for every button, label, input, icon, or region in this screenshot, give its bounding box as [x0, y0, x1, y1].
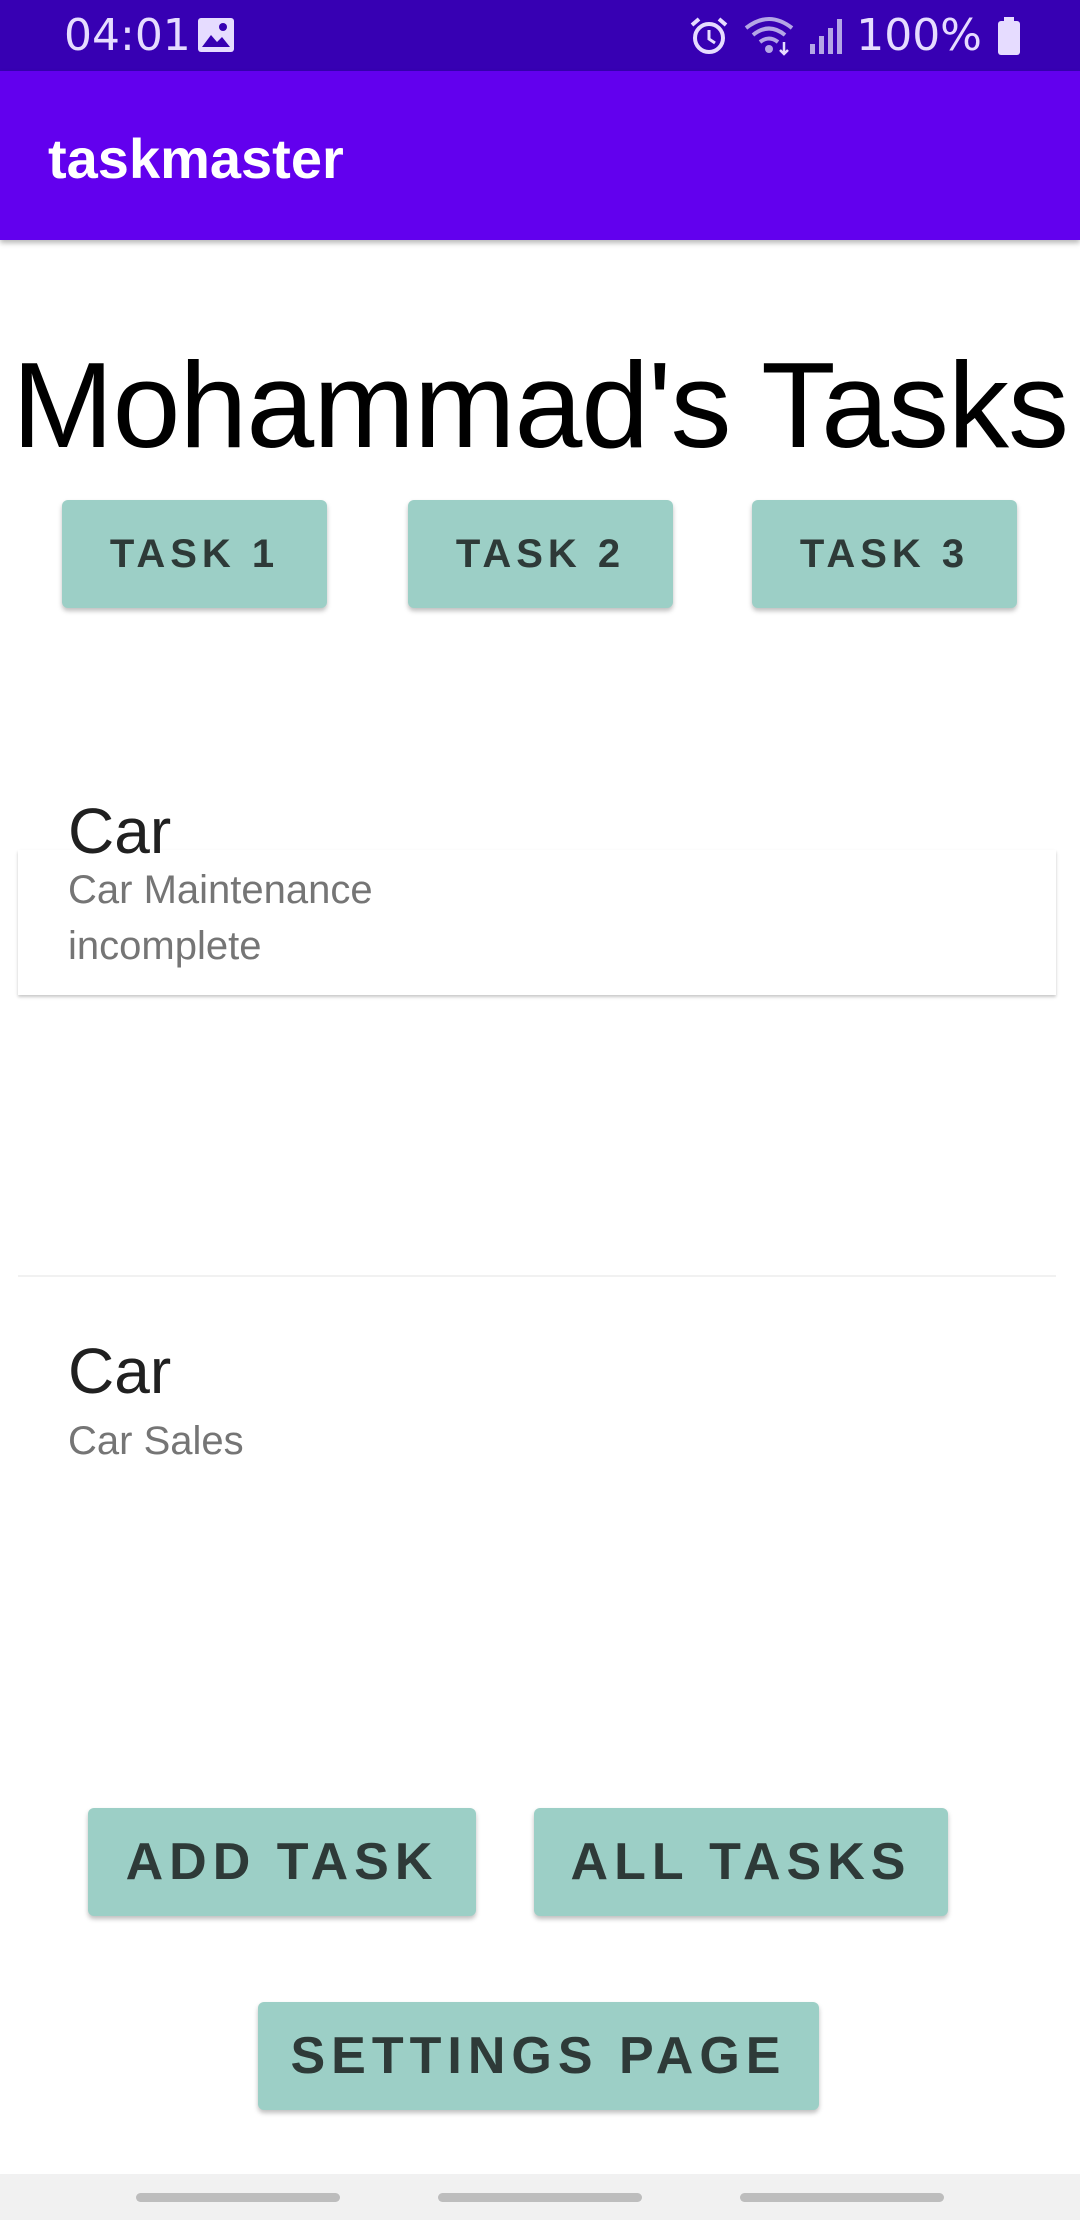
task-title: Car [68, 1335, 172, 1407]
task-2-button[interactable]: Task 2 [408, 500, 673, 608]
task-3-button[interactable]: Task 3 [752, 500, 1017, 608]
task-list[interactable]: Car Car Maintenance incomplete Car Car S… [0, 660, 1080, 1460]
status-time: 04:01 [64, 10, 191, 61]
task-title: Car [68, 795, 172, 867]
task-card[interactable]: Car Car Maintenance incomplete [18, 795, 1056, 995]
home-button[interactable] [438, 2193, 642, 2202]
status-bar: 04:01 100% [0, 0, 1080, 71]
recents-button[interactable] [136, 2193, 340, 2202]
alarm-icon [690, 17, 728, 54]
app-bar: taskmaster [0, 71, 1080, 240]
status-icons: 100% [688, 10, 1022, 62]
all-tasks-button[interactable]: All Tasks [534, 1808, 948, 1916]
battery-percent: 100% [856, 10, 982, 61]
task-body: Car Maintenance [68, 868, 373, 912]
task-card[interactable]: Car Car Sales [18, 1275, 1056, 1460]
gallery-icon [198, 18, 234, 52]
app-title: taskmaster [48, 127, 344, 190]
page-title: Mohammad's Tasks [12, 337, 1069, 473]
signal-icon [810, 19, 843, 54]
navigation-bar [0, 2174, 1080, 2220]
task-state: incomplete [68, 924, 262, 968]
task-body: Car Sales [68, 1419, 244, 1460]
settings-page-button[interactable]: Settings Page [258, 2002, 819, 2110]
battery-icon [998, 17, 1020, 55]
add-task-button[interactable]: Add Task [88, 1808, 476, 1916]
wifi-icon [744, 17, 794, 56]
task-1-button[interactable]: Task 1 [62, 500, 327, 608]
back-button[interactable] [740, 2193, 944, 2202]
